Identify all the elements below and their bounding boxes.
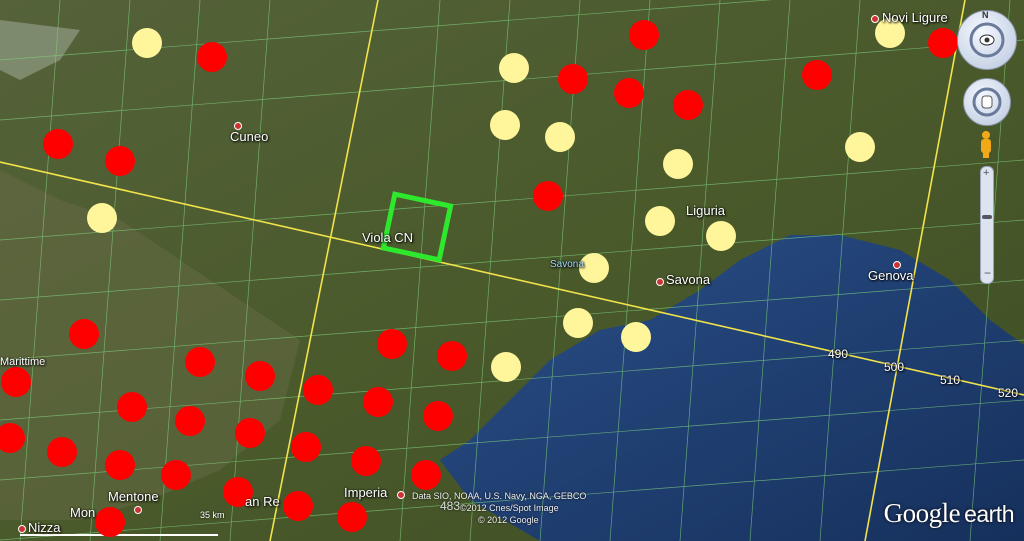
place-novi-ligure: Novi Ligure [882,10,948,25]
yellow-marker[interactable] [563,308,593,338]
move-control[interactable] [963,78,1011,126]
street-view-pegman-icon[interactable] [976,130,996,160]
google-earth-logo: Google earth [883,498,1015,528]
red-marker[interactable] [1,367,31,397]
red-marker[interactable] [235,418,265,448]
red-marker[interactable] [351,446,381,476]
zoom-in-icon[interactable]: + [983,167,989,179]
map-view[interactable]: Novi Ligure Cuneo Liguria Savona Genova … [0,0,1024,541]
place-savona: Savona [666,272,711,287]
navigation-controls: N + − [957,8,1020,298]
yellow-marker[interactable] [845,132,875,162]
red-marker[interactable] [802,60,832,90]
red-marker[interactable] [558,64,588,94]
grid-label: 500 [884,360,905,374]
red-marker[interactable] [185,347,215,377]
red-marker[interactable] [105,450,135,480]
city-dot [18,525,26,533]
red-marker[interactable] [47,437,77,467]
yellow-marker[interactable] [490,110,520,140]
yellow-marker[interactable] [645,206,675,236]
red-marker[interactable] [928,28,958,58]
grid-label: 490 [828,347,849,361]
grid-label: 520 [998,386,1019,400]
attribution: Data SIO, NOAA, U.S. Navy, NGA, GEBCO 48… [412,490,586,526]
look-control[interactable]: N [957,10,1017,70]
yellow-marker[interactable] [499,53,529,83]
yellow-marker[interactable] [87,203,117,233]
place-liguria: Liguria [686,203,726,218]
zoom-out-icon[interactable]: − [984,266,991,280]
hand-icon [972,87,1002,117]
eye-icon [969,22,1005,58]
yellow-marker[interactable] [491,352,521,382]
red-marker[interactable] [437,341,467,371]
red-marker[interactable] [629,20,659,50]
red-marker[interactable] [337,502,367,532]
red-marker[interactable] [423,401,453,431]
red-marker[interactable] [411,460,441,490]
red-marker[interactable] [175,406,205,436]
red-marker[interactable] [673,90,703,120]
target-box [380,191,454,263]
zoom-slider[interactable]: + − [980,166,994,284]
yellow-marker[interactable] [621,322,651,352]
city-dot [397,491,405,499]
red-marker[interactable] [43,129,73,159]
place-sanremo: an Re [245,494,280,509]
red-marker[interactable] [291,432,321,462]
place-mentone: Mentone [108,489,159,504]
red-marker[interactable] [377,329,407,359]
yellow-marker[interactable] [545,122,575,152]
place-marittime: Marittime [0,356,46,368]
city-dot [893,261,901,269]
red-marker[interactable] [105,146,135,176]
city-dot [234,122,242,130]
city-dot [871,15,879,23]
red-marker[interactable] [197,42,227,72]
red-marker[interactable] [117,392,147,422]
place-savona-faint: Savona [550,259,584,270]
zoom-thumb[interactable] [982,215,992,219]
red-marker[interactable] [363,387,393,417]
red-marker[interactable] [283,491,313,521]
scale-label: 35 km [200,510,225,520]
red-marker[interactable] [95,507,125,537]
red-marker[interactable] [614,78,644,108]
place-genova: Genova [868,268,914,283]
red-marker[interactable] [533,181,563,211]
red-marker[interactable] [69,319,99,349]
yellow-marker[interactable] [706,221,736,251]
yellow-marker[interactable] [132,28,162,58]
overlap-number: 483 [440,499,461,513]
place-cuneo: Cuneo [230,129,269,144]
place-nizza: Nizza [28,520,61,535]
grid-label: 510 [940,373,961,387]
city-dot [656,278,664,286]
city-dot [134,506,142,514]
red-marker[interactable] [161,460,191,490]
red-marker[interactable] [245,361,275,391]
attribution-line1: Data SIO, NOAA, U.S. Navy, NGA, GEBCO [412,491,587,501]
attribution-line3: © 2012 Google [478,515,539,525]
place-mon: Mon [70,505,96,520]
place-imperia: Imperia [344,485,388,500]
place-viola-cn: Viola CN [362,230,414,245]
red-marker[interactable] [303,375,333,405]
yellow-marker[interactable] [663,149,693,179]
